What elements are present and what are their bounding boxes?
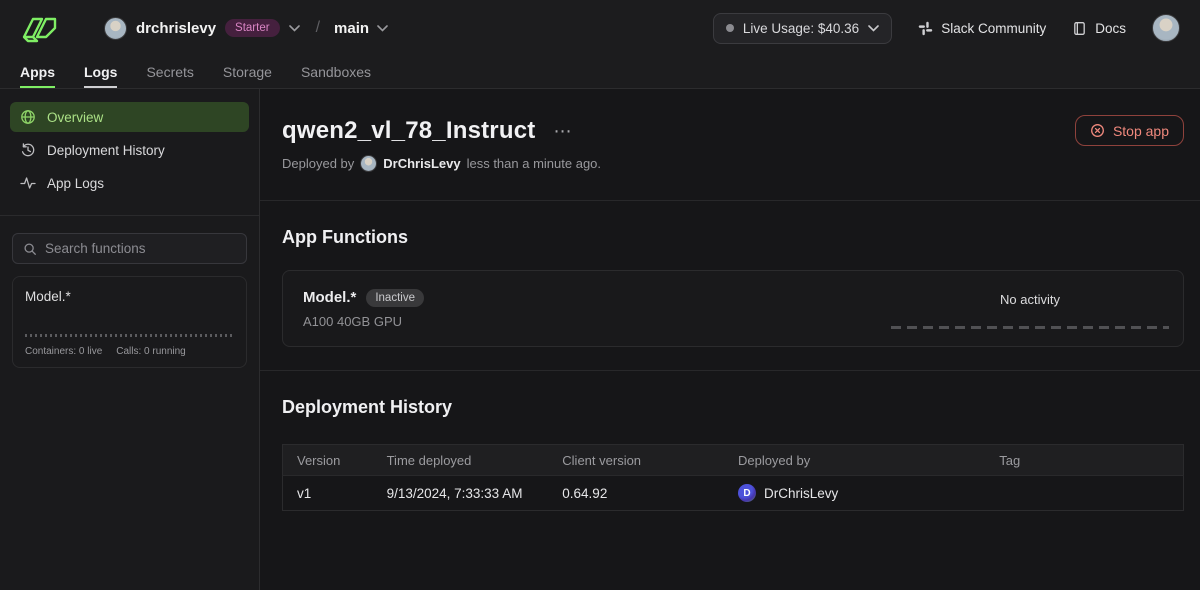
cell-client: 0.64.92 <box>548 476 724 511</box>
docs-label: Docs <box>1095 21 1126 36</box>
col-version: Version <box>283 445 373 476</box>
sidebar-nav: Overview Deployment History App Logs <box>0 89 259 216</box>
search-functions-input[interactable] <box>45 241 236 256</box>
slack-community-label: Slack Community <box>941 21 1046 36</box>
search-icon <box>23 242 37 256</box>
deployer-initial-avatar: D <box>738 484 756 502</box>
workspace-name: drchrislevy <box>136 20 216 37</box>
title-row: qwen2_vl_78_Instruct ⋯ Stop app <box>282 115 1184 146</box>
slack-community-link[interactable]: Slack Community <box>918 21 1046 36</box>
deployer-name: DrChrisLevy <box>383 156 460 171</box>
status-badge: Inactive <box>366 289 424 307</box>
docs-icon <box>1072 21 1087 36</box>
sidebar: Overview Deployment History App Logs <box>0 89 260 590</box>
stop-circle-icon <box>1090 123 1105 138</box>
function-stats: Containers: 0 live Calls: 0 running <box>25 346 234 357</box>
function-sparkline <box>25 334 234 337</box>
environment-name: main <box>334 20 369 37</box>
cell-tag <box>985 476 1183 511</box>
main-content: qwen2_vl_78_Instruct ⋯ Stop app Deployed… <box>260 89 1200 590</box>
topbar: drchrislevy Starter / main Live Usage: $… <box>0 0 1200 56</box>
deployed-by-text: Deployed by <box>282 156 354 171</box>
live-usage-label: Live Usage: $40.36 <box>743 21 859 36</box>
app-functions-section: App Functions Model.* Inactive A100 40GB… <box>260 201 1200 371</box>
chevron-down-icon <box>377 25 388 32</box>
deployed-time: less than a minute ago. <box>467 156 601 171</box>
sidebar-item-overview[interactable]: Overview <box>10 102 249 132</box>
stop-app-button[interactable]: Stop app <box>1075 115 1184 146</box>
app-functions-heading: App Functions <box>282 227 1184 248</box>
topbar-right: Live Usage: $40.36 Slack Community <box>713 13 1180 44</box>
live-usage-dropdown[interactable]: Live Usage: $40.36 <box>713 13 892 44</box>
table-header-row: Version Time deployed Client version Dep… <box>283 445 1184 476</box>
containers-stat: Containers: 0 live <box>25 346 102 357</box>
col-client-version: Client version <box>548 445 724 476</box>
docs-link[interactable]: Docs <box>1072 21 1126 36</box>
app-header: qwen2_vl_78_Instruct ⋯ Stop app Deployed… <box>260 89 1200 201</box>
sidebar-item-label: App Logs <box>47 176 104 191</box>
tab-logs[interactable]: Logs <box>84 56 117 88</box>
activity-pulse-icon <box>20 175 36 191</box>
page-body: Overview Deployment History App Logs <box>0 89 1200 590</box>
function-activity: No activity <box>891 288 1169 329</box>
slack-icon <box>918 21 933 36</box>
usage-status-dot <box>726 24 734 32</box>
sidebar-item-app-logs[interactable]: App Logs <box>10 168 249 198</box>
cell-version: v1 <box>283 476 373 511</box>
tab-sandboxes[interactable]: Sandboxes <box>301 56 371 88</box>
sidebar-item-deployment-history[interactable]: Deployment History <box>10 135 249 165</box>
environment-switcher[interactable]: main <box>334 20 388 37</box>
app-options-menu-button[interactable]: ⋯ <box>549 120 575 142</box>
plan-badge: Starter <box>225 19 280 37</box>
chevron-down-icon <box>868 25 879 32</box>
cell-time: 9/13/2024, 7:33:33 AM <box>373 476 549 511</box>
deployer-avatar <box>360 155 377 172</box>
table-row[interactable]: v1 9/13/2024, 7:33:33 AM 0.64.92 D DrChr… <box>283 476 1184 511</box>
top-header: drchrislevy Starter / main Live Usage: $… <box>0 0 1200 89</box>
modal-dashboard: drchrislevy Starter / main Live Usage: $… <box>0 0 1200 590</box>
primary-tabs: Apps Logs Secrets Storage Sandboxes <box>0 56 1200 88</box>
sidebar-item-label: Deployment History <box>47 143 165 158</box>
activity-sparkline <box>891 326 1169 329</box>
tab-storage[interactable]: Storage <box>223 56 272 88</box>
deployer-name: DrChrisLevy <box>764 486 838 501</box>
col-time-deployed: Time deployed <box>373 445 549 476</box>
function-name-row: Model.* Inactive <box>303 289 424 307</box>
deployment-history-table: Version Time deployed Client version Dep… <box>282 444 1184 511</box>
tab-secrets[interactable]: Secrets <box>146 56 193 88</box>
workspace-avatar <box>104 17 127 40</box>
search-functions-box <box>12 233 247 264</box>
breadcrumb-separator: / <box>316 19 320 37</box>
workspace-switcher[interactable]: drchrislevy Starter <box>104 17 300 40</box>
stop-app-label: Stop app <box>1113 123 1169 139</box>
user-avatar[interactable] <box>1152 14 1180 42</box>
deployment-history-heading: Deployment History <box>282 397 1184 418</box>
tab-apps[interactable]: Apps <box>20 56 55 88</box>
col-tag: Tag <box>985 445 1183 476</box>
sidebar-function-card[interactable]: Model.* Containers: 0 live Calls: 0 runn… <box>12 276 247 368</box>
gpu-label: A100 40GB GPU <box>303 314 424 329</box>
sidebar-item-label: Overview <box>47 110 103 125</box>
function-name: Model.* <box>25 289 234 304</box>
chevron-down-icon <box>289 25 300 32</box>
deployment-history-section: Deployment History Version Time deployed… <box>260 371 1200 511</box>
col-deployed-by: Deployed by <box>724 445 985 476</box>
modal-logo-icon[interactable] <box>20 12 66 44</box>
cell-deployed-by: D DrChrisLevy <box>724 476 985 511</box>
function-name: Model.* <box>303 289 356 306</box>
calls-stat: Calls: 0 running <box>116 346 185 357</box>
function-row-card[interactable]: Model.* Inactive A100 40GB GPU No activi… <box>282 270 1184 347</box>
globe-icon <box>20 109 36 125</box>
function-info: Model.* Inactive A100 40GB GPU <box>303 289 424 329</box>
deploy-subtitle: Deployed by DrChrisLevy less than a minu… <box>282 155 1184 172</box>
no-activity-label: No activity <box>1000 292 1060 307</box>
page-title: qwen2_vl_78_Instruct <box>282 117 535 145</box>
history-icon <box>20 142 36 158</box>
